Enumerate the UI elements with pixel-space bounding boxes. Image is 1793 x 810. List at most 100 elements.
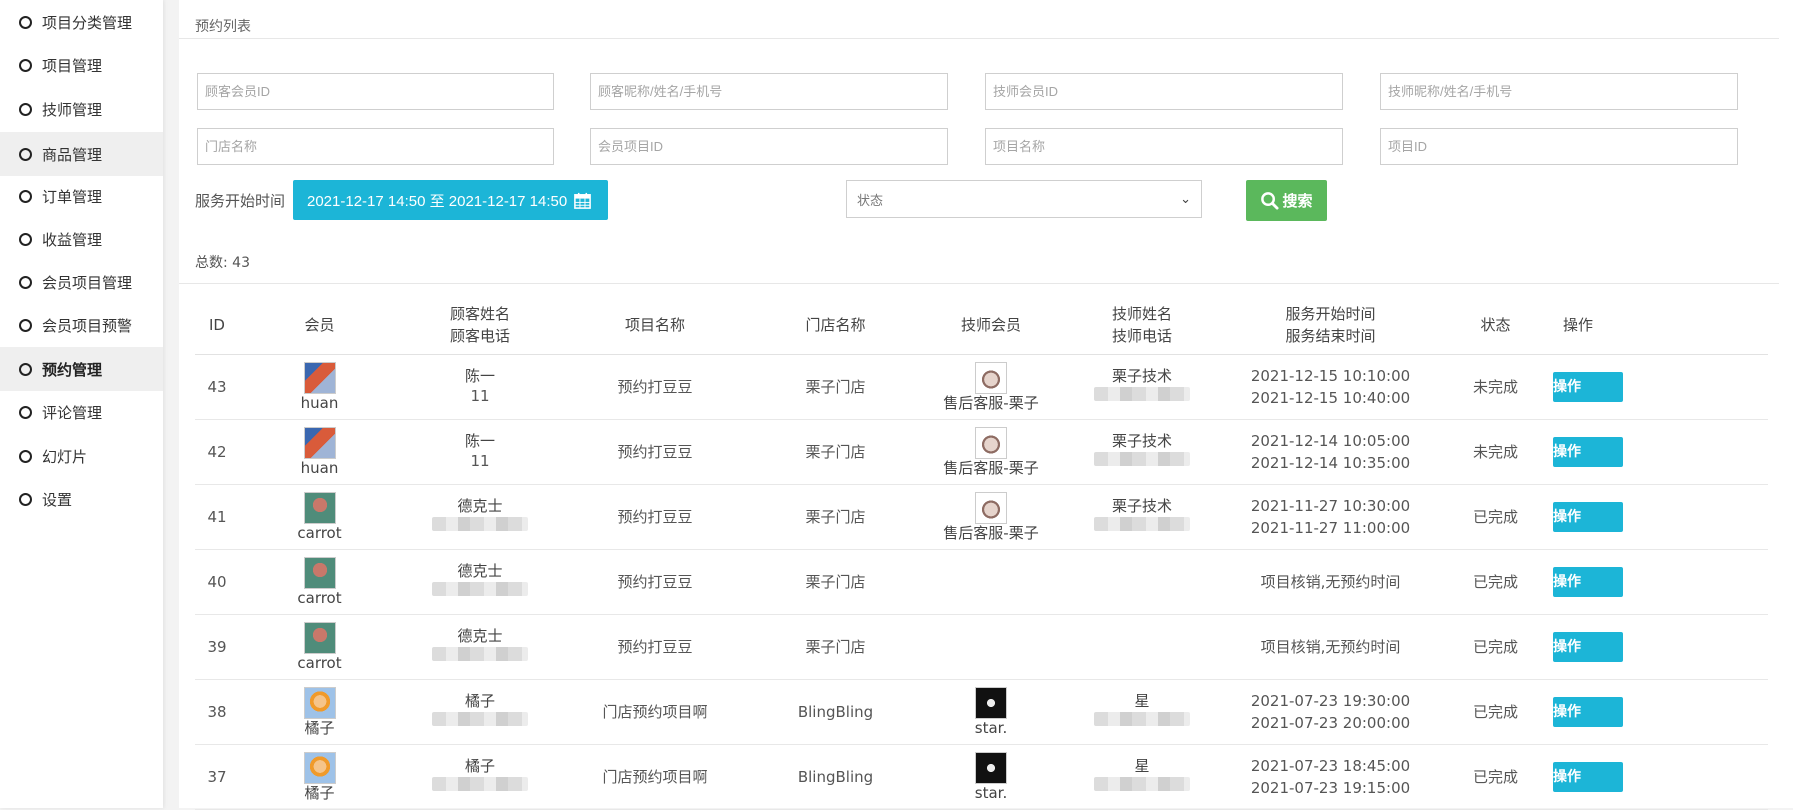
operate-button[interactable]: 操作 [1553,566,1623,597]
cell-status: 已完成 [1438,549,1553,615]
search-icon [1261,192,1280,210]
cell-project: 预约打豆豆 [560,419,750,485]
project-name-input[interactable] [985,128,1343,165]
sidebar-item-member-projects[interactable]: 会员项目管理 [0,262,163,302]
customer-name: 德克士 [457,626,503,645]
status-select[interactable]: 状态 ⌄ [846,180,1202,218]
col-tech-member: 技师会员 [921,297,1061,355]
cell-project: 预约打豆豆 [560,354,750,420]
col-start: 服务开始时间 [1285,305,1376,324]
customer-id-input[interactable] [197,73,554,110]
cell-store: 栗子门店 [750,614,921,680]
sidebar-item-label: 评论管理 [42,403,103,422]
member-avatar [303,426,336,459]
customer-name: 德克士 [457,496,503,515]
customer-name-input[interactable] [590,73,948,110]
cell-id: 40 [195,549,239,615]
total-value: 43 [232,255,250,271]
tech-avatar [975,686,1007,719]
date-range-picker[interactable]: 2021-12-17 14:50 至 2021-12-17 14:50 [293,180,608,220]
start-time: 2021-07-23 19:30:00 [1250,691,1411,710]
tech-avatar [975,361,1007,394]
tech-name: 星 [1134,691,1150,710]
cell-member: 橘子 [239,744,400,810]
sidebar-item-earnings[interactable]: 收益管理 [0,219,163,259]
cell-tech: 栗子技术 [1061,484,1223,550]
customer-phone-redacted [432,711,528,726]
sidebar-item-goods[interactable]: 商品管理 [0,132,163,176]
sidebar-item-projects[interactable]: 项目管理 [0,45,163,85]
cell-tech-member [921,614,1061,680]
member-name: carrot [297,588,342,607]
status-select-value: 状态 [857,193,884,209]
cell-member: carrot [239,549,400,615]
chevron-down-icon: ⌄ [1180,191,1191,207]
cell-time: 2021-07-23 19:30:00 2021-07-23 20:00:00 [1223,679,1438,745]
sidebar-item-label: 收益管理 [42,230,103,249]
operate-button[interactable]: 操作 [1553,501,1623,532]
tech-member-name: star. [974,783,1008,802]
operate-button[interactable]: 操作 [1553,631,1623,662]
col-customer-name: 顾客姓名 [449,305,510,324]
member-name: carrot [297,653,342,672]
customer-phone-redacted [432,776,528,791]
sidebar-item-project-category[interactable]: 项目分类管理 [0,2,163,42]
end-time: 2021-12-15 10:40:00 [1250,388,1411,407]
cell-time: 项目核销,无预约时间 [1223,614,1438,680]
customer-phone-redacted [432,646,528,661]
page-title: 预约列表 [195,19,251,35]
circle-icon [19,102,32,116]
operate-button[interactable]: 操作 [1553,436,1623,467]
tech-avatar [975,751,1007,784]
cell-store: 栗子门店 [750,354,921,420]
tech-name: 星 [1134,756,1150,775]
cell-customer: 陈一 11 [400,419,560,485]
search-button[interactable]: 搜索 [1246,180,1327,221]
search-button-label: 搜索 [1282,192,1313,210]
total-label: 总数: [195,255,228,271]
cell-time: 2021-12-14 10:05:00 2021-12-14 10:35:00 [1223,419,1438,485]
cell-tech: 星 [1061,679,1223,745]
col-store: 门店名称 [750,297,921,355]
operate-button[interactable]: 操作 [1553,371,1623,402]
project-id-input[interactable] [1380,128,1738,165]
sidebar-item-member-alerts[interactable]: 会员项目预警 [0,305,163,345]
tech-avatar [975,491,1007,524]
cell-status: 已完成 [1438,679,1553,745]
cell-project: 预约打豆豆 [560,549,750,615]
cell-member: huan [239,354,400,420]
col-tech-phone: 技师电话 [1111,327,1172,346]
cell-tech-member [921,549,1061,615]
sidebar-item-appointments[interactable]: 预约管理 [0,347,163,391]
col-tech: 技师姓名 技师电话 [1061,297,1223,355]
start-time: 2021-12-15 10:10:00 [1250,366,1411,385]
sidebar-item-settings[interactable]: 设置 [0,479,163,519]
tech-name-input[interactable] [1380,73,1738,110]
cell-store: BlingBling [750,679,921,745]
customer-name: 陈一 [464,366,495,385]
sidebar-item-technicians[interactable]: 技师管理 [0,89,163,129]
tech-id-input[interactable] [985,73,1343,110]
sidebar-item-reviews[interactable]: 评论管理 [0,392,163,432]
sidebar-item-slides[interactable]: 幻灯片 [0,436,163,476]
cell-tech-member: 售后客服-栗子 [921,484,1061,550]
member-avatar [303,491,336,524]
sidebar-item-label: 订单管理 [42,187,103,206]
operate-button[interactable]: 操作 [1553,696,1623,727]
customer-phone-redacted [432,581,528,596]
tech-avatar [975,426,1007,459]
member-avatar [303,361,336,394]
store-name-input[interactable] [197,128,554,165]
sidebar-item-orders[interactable]: 订单管理 [0,176,163,216]
cell-store: 栗子门店 [750,419,921,485]
cell-ops: 操作 [1553,354,1768,420]
cell-status: 未完成 [1438,419,1553,485]
cell-tech-member: star. [921,679,1061,745]
cell-time: 2021-11-27 10:30:00 2021-11-27 11:00:00 [1223,484,1438,550]
cell-id: 37 [195,744,239,810]
member-avatar [303,751,336,784]
cell-member: 橘子 [239,679,400,745]
tech-member-name: 售后客服-栗子 [943,523,1039,542]
operate-button[interactable]: 操作 [1553,761,1623,792]
member-project-id-input[interactable] [590,128,948,165]
